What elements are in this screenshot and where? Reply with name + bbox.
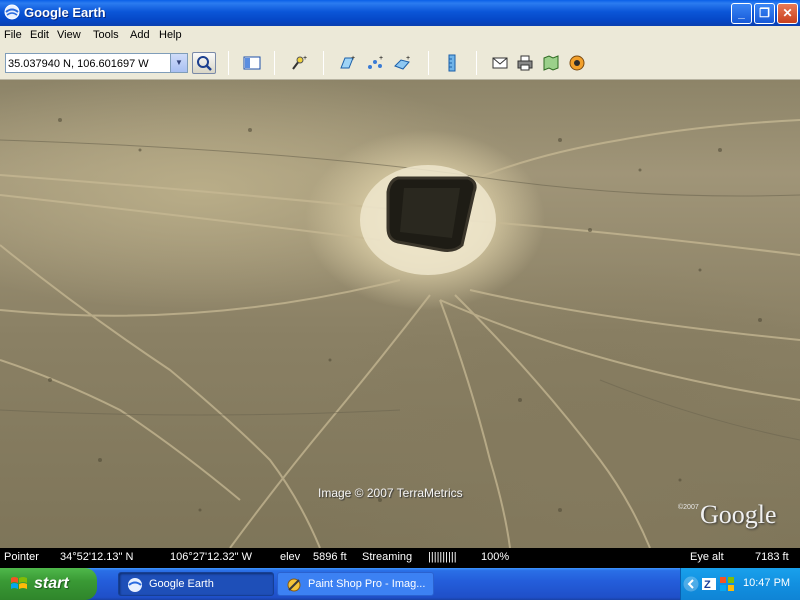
sidebar-toggle-icon[interactable]	[243, 54, 261, 72]
imagery-attribution: Image © 2007 TerraMetrics	[318, 486, 463, 500]
placemark-icon[interactable]: +	[290, 54, 308, 72]
email-icon[interactable]	[491, 54, 509, 72]
chevron-down-icon[interactable]: ▼	[170, 54, 187, 72]
taskbar-item-label: Google Earth	[149, 578, 214, 590]
toolbar-separator	[476, 51, 477, 75]
streaming-label: Streaming	[362, 551, 413, 563]
taskbar-item-google-earth[interactable]: Google Earth	[118, 572, 274, 596]
search-icon	[197, 56, 212, 71]
pointer-latitude: 34°52'12.13" N	[60, 551, 134, 563]
map-view[interactable]: Image © 2007 TerraMetrics ©2007 Google	[0, 80, 800, 548]
paint-shop-pro-icon	[287, 578, 301, 592]
elev-label: elev	[280, 551, 301, 563]
toolbar-separator	[228, 51, 229, 75]
search-button[interactable]	[192, 52, 216, 74]
close-button[interactable]: ✕	[777, 3, 798, 24]
pointer-longitude: 106°27'12.32" W	[170, 551, 252, 563]
windows-flag-icon[interactable]	[719, 576, 735, 592]
toolbar-separator	[428, 51, 429, 75]
svg-text:+: +	[379, 55, 383, 62]
streaming-percent: 100%	[481, 551, 510, 563]
maps-icon[interactable]	[542, 54, 560, 72]
system-tray: Z 10:47 PM	[680, 568, 800, 600]
menu-add[interactable]: Add	[130, 29, 150, 41]
toolbar-separator	[274, 51, 275, 75]
menu-help[interactable]: Help	[159, 29, 182, 41]
satellite-imagery	[0, 118, 800, 548]
toolbar: ▼ + + + +	[0, 45, 800, 80]
status-bar: Pointer 34°52'12.13" N 106°27'12.32" W e…	[0, 548, 800, 568]
google-earth-icon	[4, 4, 20, 20]
taskbar-item-paint-shop-pro[interactable]: Paint Shop Pro - Imag...	[277, 572, 434, 596]
menu-edit[interactable]: Edit	[30, 29, 49, 41]
elev-value: 5896 ft	[313, 551, 347, 563]
polygon-icon[interactable]: +	[338, 54, 356, 72]
clock[interactable]: 10:47 PM	[743, 577, 790, 589]
eye-alt-label: Eye alt	[690, 551, 724, 563]
maximize-button[interactable]: ❐	[754, 3, 775, 24]
window-title: Google Earth	[24, 5, 106, 20]
svg-text:+: +	[406, 55, 410, 62]
print-icon[interactable]	[516, 54, 534, 72]
streaming-progress: ||||||||||	[428, 551, 457, 563]
path-icon[interactable]: +	[366, 54, 384, 72]
location-input[interactable]	[8, 56, 168, 71]
menu-tools[interactable]: Tools	[93, 29, 119, 41]
ruler-icon[interactable]	[443, 54, 461, 72]
start-label: start	[34, 575, 69, 592]
taskbar-item-label: Paint Shop Pro - Imag...	[308, 578, 426, 590]
menu-file[interactable]: File	[4, 29, 22, 41]
image-overlay-icon[interactable]: +	[393, 54, 411, 72]
svg-text:Z: Z	[704, 579, 711, 591]
taskbar: start Google Earth Paint Shop Pro - Imag…	[0, 568, 800, 600]
google-logo: Google	[700, 500, 777, 529]
chevron-left-icon[interactable]	[683, 576, 699, 592]
start-button[interactable]: start	[0, 568, 97, 600]
svg-text:+: +	[351, 55, 355, 62]
logo-copyright: ©2007	[678, 504, 699, 511]
title-bar: Google Earth _ ❐ ✕	[0, 0, 800, 26]
svg-text:+: +	[303, 55, 307, 62]
sky-icon[interactable]	[568, 54, 586, 72]
menu-bar: File Edit View Tools Add Help	[0, 26, 800, 45]
windows-logo-icon	[11, 577, 27, 589]
location-combobox[interactable]: ▼	[5, 53, 188, 73]
pointer-label: Pointer	[4, 551, 39, 563]
zonealarm-icon[interactable]: Z	[701, 576, 717, 592]
minimize-button[interactable]: _	[731, 3, 752, 24]
eye-alt-value: 7183 ft	[755, 551, 789, 563]
google-earth-icon	[128, 578, 142, 592]
toolbar-separator	[323, 51, 324, 75]
menu-view[interactable]: View	[57, 29, 81, 41]
